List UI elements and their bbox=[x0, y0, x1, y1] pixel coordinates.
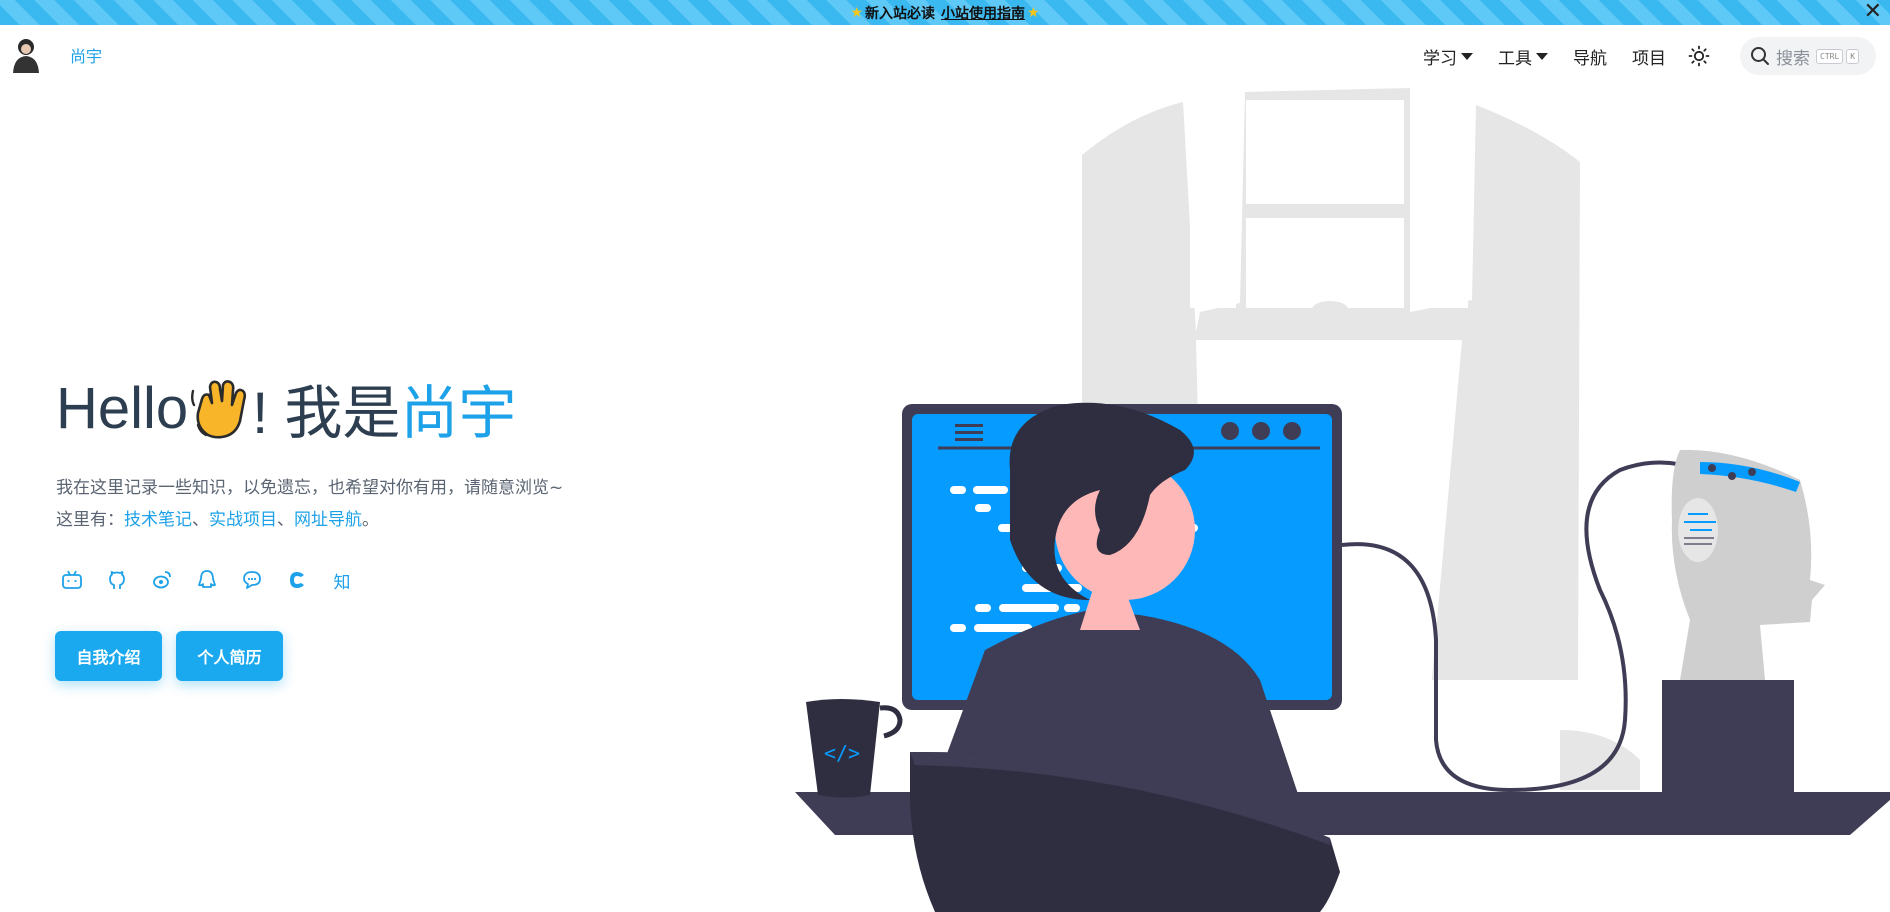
kbd-k: K bbox=[1846, 48, 1860, 64]
announcement-bar: ★ 新入站必读 小站使用指南 ★ ✕ bbox=[0, 0, 1890, 25]
guide-link[interactable]: 小站使用指南 bbox=[941, 3, 1025, 23]
greeting-mid: ! 我是 bbox=[252, 381, 401, 446]
desc-prefix: 这里有： bbox=[56, 510, 124, 530]
navbar: 尚宇 学习 工具 导航 项目 搜索 CTRL K bbox=[0, 25, 1890, 87]
waving-hand-icon bbox=[191, 380, 247, 439]
desc-line-1: 我在这里记录一些知识，以免遗忘，也希望对你有用，请随意浏览~ bbox=[56, 478, 564, 498]
brand[interactable]: 尚宇 bbox=[10, 37, 102, 73]
svg-text:</>: </> bbox=[824, 741, 860, 765]
nav-item-label: 导航 bbox=[1573, 48, 1607, 69]
nav-item-label: 项目 bbox=[1632, 48, 1666, 69]
nav-menu: 学习 工具 导航 项目 搜索 CTRL K bbox=[1398, 37, 1876, 75]
hero-title: Hello ! 我是 尚宇 bbox=[56, 366, 516, 450]
theme-toggle-button[interactable] bbox=[1686, 43, 1712, 69]
search-placeholder: 搜索 bbox=[1776, 48, 1810, 69]
search-icon bbox=[1751, 47, 1769, 65]
caret-down-icon bbox=[1536, 52, 1548, 60]
star-icon: ★ bbox=[1027, 4, 1040, 21]
link-tech-notes[interactable]: 技术笔记 bbox=[124, 510, 192, 530]
qq-icon[interactable] bbox=[195, 568, 219, 592]
star-icon: ★ bbox=[850, 4, 863, 21]
social-links: 知 bbox=[60, 568, 375, 593]
separator: 、 bbox=[192, 510, 209, 530]
announcement-text: 新入站必读 bbox=[865, 5, 935, 22]
intro-button[interactable]: 自我介绍 bbox=[55, 631, 162, 681]
nav-item-navigation[interactable]: 导航 bbox=[1573, 44, 1607, 69]
developer-illustration: </> bbox=[795, 88, 1890, 912]
brand-name: 尚宇 bbox=[70, 47, 103, 66]
hero-description: 我在这里记录一些知识，以免遗忘，也希望对你有用，请随意浏览~ 这里有：技术笔记、… bbox=[56, 472, 563, 536]
bilibili-icon[interactable] bbox=[60, 568, 84, 592]
nav-item-tools[interactable]: 工具 bbox=[1498, 44, 1548, 69]
nav-item-label: 学习 bbox=[1423, 48, 1457, 69]
nav-item-study[interactable]: 学习 bbox=[1423, 44, 1473, 69]
link-projects[interactable]: 实战项目 bbox=[209, 510, 277, 530]
separator: 、 bbox=[277, 510, 294, 530]
wechat-icon[interactable] bbox=[240, 568, 264, 592]
zhihu-icon[interactable]: 知 bbox=[330, 568, 354, 593]
greeting: Hello bbox=[56, 375, 189, 441]
csdn-icon[interactable] bbox=[285, 568, 309, 592]
caret-down-icon bbox=[1461, 52, 1473, 60]
desc-line-2: 这里有：技术笔记、实战项目、网址导航。 bbox=[56, 504, 563, 536]
avatar bbox=[13, 39, 39, 73]
search-box[interactable]: 搜索 CTRL K bbox=[1740, 37, 1876, 75]
close-icon[interactable]: ✕ bbox=[1864, 1, 1882, 23]
link-nav-sites[interactable]: 网址导航 bbox=[294, 510, 362, 530]
github-icon[interactable] bbox=[105, 568, 129, 592]
weibo-icon[interactable] bbox=[150, 568, 174, 592]
resume-button[interactable]: 个人简历 bbox=[176, 631, 283, 681]
sun-icon bbox=[1688, 45, 1710, 67]
hero-buttons: 自我介绍 个人简历 bbox=[55, 631, 283, 681]
nav-item-projects[interactable]: 项目 bbox=[1632, 44, 1666, 69]
period: 。 bbox=[362, 510, 379, 530]
kbd-ctrl: CTRL bbox=[1816, 48, 1844, 64]
nav-item-label: 工具 bbox=[1498, 48, 1532, 69]
hero-name: 尚宇 bbox=[400, 381, 517, 446]
